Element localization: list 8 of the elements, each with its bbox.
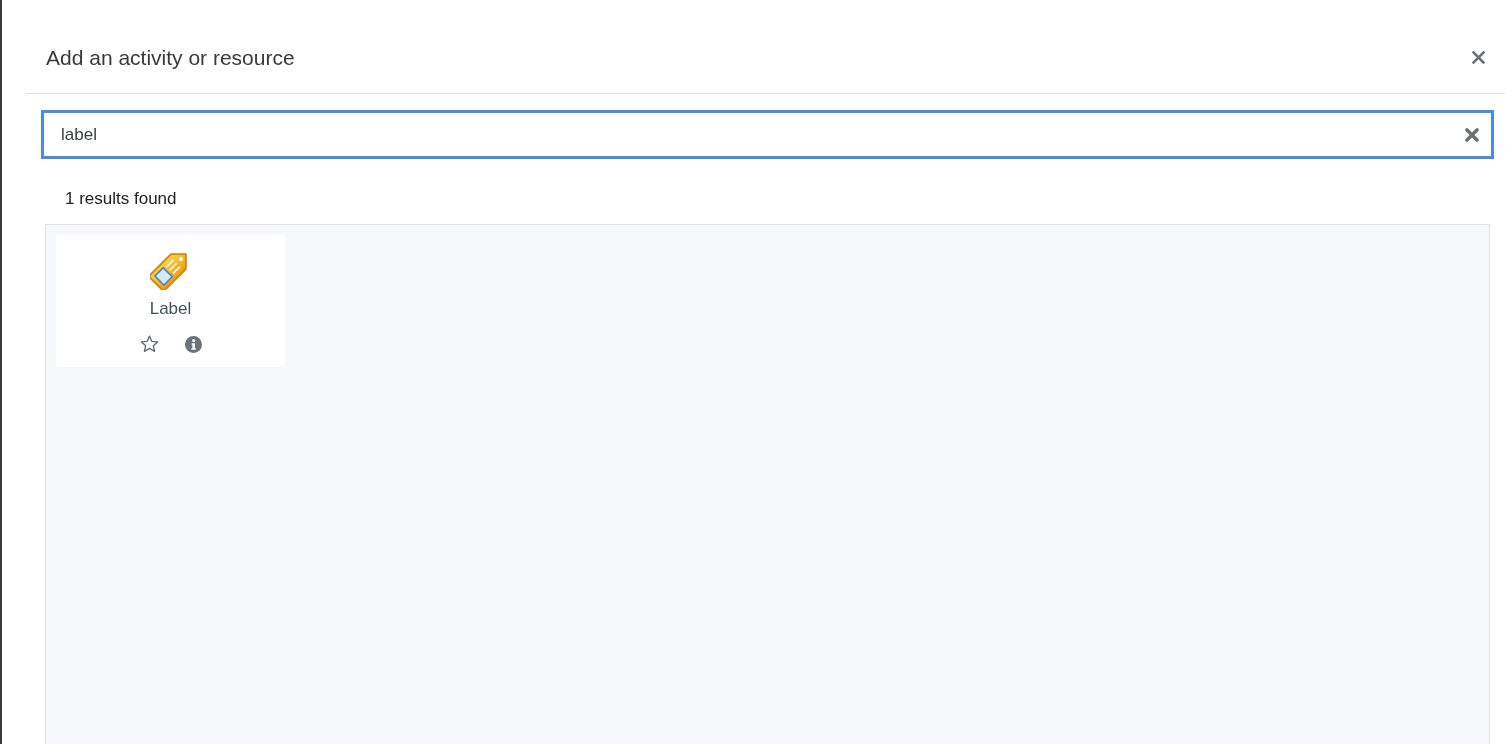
results-count: 1 results found [65, 188, 177, 210]
close-icon [1465, 127, 1479, 142]
activity-item[interactable]: Label [56, 235, 285, 367]
activity-name: Label [149, 299, 192, 319]
dialog-title: Add an activity or resource [46, 44, 295, 71]
info-icon [184, 335, 202, 353]
close-icon [1472, 51, 1485, 64]
search-field[interactable]: label [41, 110, 1494, 159]
